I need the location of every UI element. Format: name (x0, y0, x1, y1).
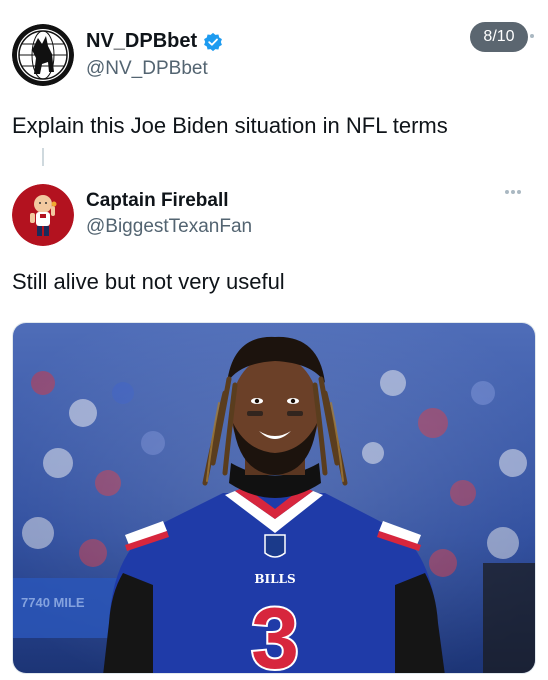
reply-photo[interactable]: 7740 MILE BILLS 3 (12, 322, 536, 674)
thread-connector-line (42, 148, 44, 166)
author-avatar[interactable] (12, 24, 74, 86)
tweet-text: Explain this Joe Biden situation in NFL … (12, 113, 448, 138)
reply-author-avatar[interactable] (12, 184, 74, 246)
reply-text: Still alive but not very useful (12, 269, 285, 294)
more-options-icon[interactable] (505, 190, 521, 194)
author-handle[interactable]: @NV_DPBbet (86, 58, 208, 80)
cartoon-avatar-icon (12, 184, 74, 246)
photo-canvas: 7740 MILE BILLS 3 (13, 323, 535, 674)
reply-display-name[interactable]: Captain Fireball (86, 190, 229, 212)
verified-badge-icon (204, 32, 223, 51)
jersey-team-text: BILLS (254, 572, 295, 586)
tweet-card: NV_DPBbet @NV_DPBbet 8/10 Explain this J… (0, 0, 548, 680)
author-display-name-row[interactable]: NV_DPBbet (86, 30, 223, 53)
goat-logo-icon (12, 24, 74, 86)
counter-dot (530, 34, 534, 38)
author-display-name[interactable]: NV_DPBbet (86, 30, 197, 53)
reply-handle[interactable]: @BiggestTexanFan (86, 216, 252, 238)
thread-counter-badge: 8/10 (470, 22, 528, 52)
jersey-number-text: 3 (251, 591, 299, 674)
stadium-banner-text: 7740 MILE (21, 595, 85, 610)
